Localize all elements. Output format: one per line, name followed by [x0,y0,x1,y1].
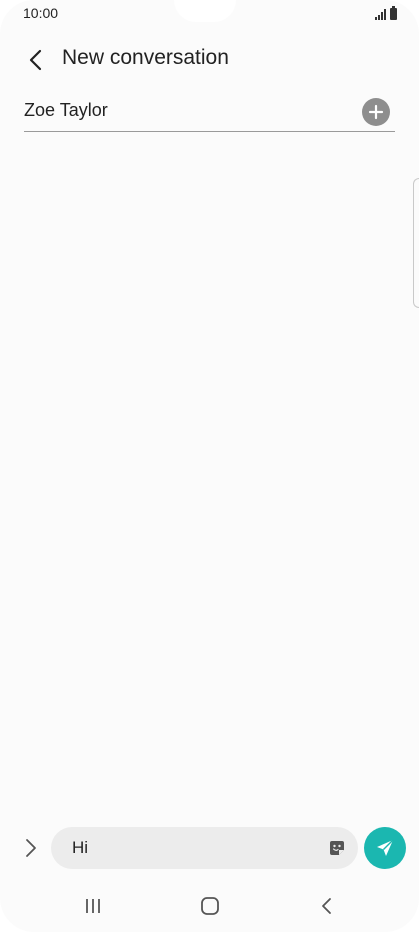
recents-button[interactable] [71,888,115,924]
scroll-handle[interactable] [413,178,419,308]
nav-back-button[interactable] [305,888,349,924]
header: New conversation [0,38,419,78]
recipient-chip[interactable]: Zoe Taylor [24,100,108,121]
recipient-field[interactable]: Zoe Taylor [24,92,395,132]
chevron-right-icon [26,839,36,857]
page-title: New conversation [62,46,229,69]
sticker-button[interactable] [326,837,348,859]
message-input[interactable]: Hi [51,827,358,869]
send-button[interactable] [364,827,406,869]
back-icon [322,898,331,914]
home-button[interactable] [188,888,232,924]
send-icon [377,839,394,856]
messages-screen: 10:00 New conversation Zoe Taylor Hi [0,0,419,932]
recents-icon [86,899,100,913]
plus-circle-icon [368,104,384,120]
sticker-icon [330,841,344,855]
status-time: 10:00 [23,5,59,21]
expand-options-button[interactable] [20,836,42,860]
add-recipient-button[interactable] [362,98,390,126]
status-icons [375,6,397,20]
message-composer: Hi [0,826,419,870]
message-input-text[interactable]: Hi [72,838,88,858]
camera-notch [174,0,236,22]
back-button[interactable] [18,42,54,78]
status-bar: 10:00 [0,0,419,28]
battery-icon [390,6,397,20]
signal-icon [375,9,386,20]
home-icon [201,897,219,915]
chevron-left-icon [29,49,42,71]
navigation-bar [0,880,419,932]
